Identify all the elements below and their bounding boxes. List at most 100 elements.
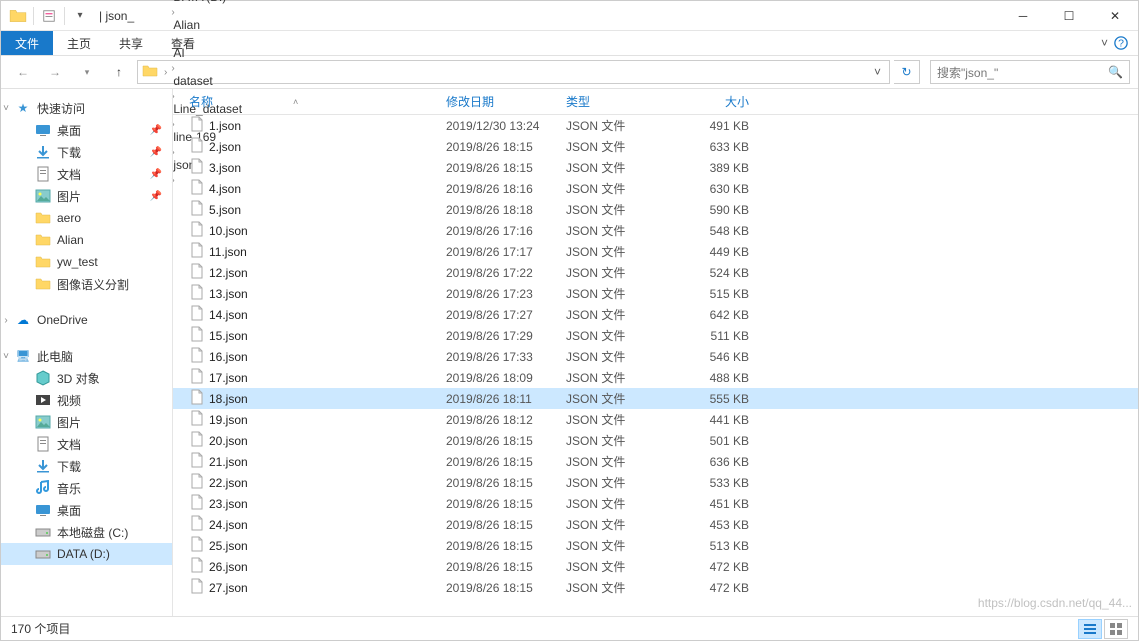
file-row[interactable]: 4.json 2019/8/26 18:16 JSON 文件 630 KB — [173, 178, 1138, 199]
file-date: 2019/8/26 17:27 — [440, 308, 560, 322]
file-size: 630 KB — [675, 182, 755, 196]
file-name: 22.json — [183, 473, 440, 492]
nav-back-button[interactable]: ← — [9, 59, 37, 85]
file-row[interactable]: 23.json 2019/8/26 18:15 JSON 文件 451 KB — [173, 493, 1138, 514]
view-large-icons-button[interactable] — [1104, 619, 1128, 639]
file-row[interactable]: 10.json 2019/8/26 17:16 JSON 文件 548 KB — [173, 220, 1138, 241]
file-row[interactable]: 19.json 2019/8/26 18:12 JSON 文件 441 KB — [173, 409, 1138, 430]
maximize-button[interactable]: ☐ — [1046, 1, 1092, 31]
file-row[interactable]: 14.json 2019/8/26 17:27 JSON 文件 642 KB — [173, 304, 1138, 325]
minimize-button[interactable]: ─ — [1000, 1, 1046, 31]
file-row[interactable]: 11.json 2019/8/26 17:17 JSON 文件 449 KB — [173, 241, 1138, 262]
file-size: 533 KB — [675, 476, 755, 490]
sidebar-item[interactable]: 下载📌 — [1, 141, 172, 163]
file-row[interactable]: 16.json 2019/8/26 17:33 JSON 文件 546 KB — [173, 346, 1138, 367]
sidebar-item[interactable]: 文档📌 — [1, 163, 172, 185]
folder-icon — [35, 210, 51, 226]
file-row[interactable]: 27.json 2019/8/26 18:15 JSON 文件 472 KB — [173, 577, 1138, 598]
chevron-right-icon[interactable]: › — [169, 7, 176, 18]
expand-icon[interactable]: › — [1, 315, 11, 326]
file-row[interactable]: 18.json 2019/8/26 18:11 JSON 文件 555 KB — [173, 388, 1138, 409]
sidebar-item[interactable]: 音乐 — [1, 477, 172, 499]
file-row[interactable]: 15.json 2019/8/26 17:29 JSON 文件 511 KB — [173, 325, 1138, 346]
file-row[interactable]: 25.json 2019/8/26 18:15 JSON 文件 513 KB — [173, 535, 1138, 556]
col-header-type[interactable]: 类型 — [560, 93, 675, 110]
file-date: 2019/8/26 18:15 — [440, 581, 560, 595]
tab-file[interactable]: 文件 — [1, 31, 53, 55]
col-header-date[interactable]: 修改日期 — [440, 93, 560, 110]
file-row[interactable]: 13.json 2019/8/26 17:23 JSON 文件 515 KB — [173, 283, 1138, 304]
file-type: JSON 文件 — [560, 285, 675, 302]
file-row[interactable]: 22.json 2019/8/26 18:15 JSON 文件 533 KB — [173, 472, 1138, 493]
file-name: 4.json — [183, 179, 440, 198]
3d-icon — [35, 370, 51, 386]
file-icon — [189, 179, 205, 198]
sidebar-item[interactable]: yw_test — [1, 251, 172, 273]
breadcrumb-segment[interactable]: Alian — [169, 18, 246, 32]
breadcrumb-segment[interactable]: dataset — [169, 74, 246, 88]
qat-properties[interactable] — [38, 5, 60, 27]
file-row[interactable]: 12.json 2019/8/26 17:22 JSON 文件 524 KB — [173, 262, 1138, 283]
nav-up-button[interactable]: ↑ — [105, 59, 133, 85]
file-name: 1.json — [183, 116, 440, 135]
navigation-pane[interactable]: ˅ ★ 快速访问 桌面📌下载📌文档📌图片📌aeroAlianyw_test图像语… — [1, 89, 173, 616]
tree-quick-access[interactable]: ˅ ★ 快速访问 — [1, 97, 172, 119]
nav-recent-dropdown[interactable]: ▾ — [73, 59, 101, 85]
file-row[interactable]: 24.json 2019/8/26 18:15 JSON 文件 453 KB — [173, 514, 1138, 535]
file-row[interactable]: 5.json 2019/8/26 18:18 JSON 文件 590 KB — [173, 199, 1138, 220]
sidebar-item[interactable]: 视频 — [1, 389, 172, 411]
file-row[interactable]: 2.json 2019/8/26 18:15 JSON 文件 633 KB — [173, 136, 1138, 157]
chevron-right-icon[interactable]: › — [169, 63, 176, 74]
file-type: JSON 文件 — [560, 516, 675, 533]
ribbon-collapse-button[interactable]: ˅ — [1095, 31, 1114, 55]
sidebar-item[interactable]: 图片📌 — [1, 185, 172, 207]
sidebar-item[interactable]: 下载 — [1, 455, 172, 477]
close-button[interactable]: ✕ — [1092, 1, 1138, 31]
sidebar-item[interactable]: 图片 — [1, 411, 172, 433]
sidebar-item[interactable]: 本地磁盘 (C:) — [1, 521, 172, 543]
chevron-right-icon[interactable]: › — [162, 67, 169, 78]
nav-forward-button[interactable]: → — [41, 59, 69, 85]
refresh-button[interactable]: ↻ — [894, 60, 920, 84]
expand-icon[interactable]: ˅ — [1, 351, 11, 362]
sidebar-item[interactable]: 桌面 — [1, 499, 172, 521]
file-name: 10.json — [183, 221, 440, 240]
address-bar[interactable]: › 此电脑›DATA (D:)›Alian›AI›dataset›Line_da… — [137, 60, 890, 84]
file-row[interactable]: 17.json 2019/8/26 18:09 JSON 文件 488 KB — [173, 367, 1138, 388]
file-row[interactable]: 20.json 2019/8/26 18:15 JSON 文件 501 KB — [173, 430, 1138, 451]
file-row[interactable]: 26.json 2019/8/26 18:15 JSON 文件 472 KB — [173, 556, 1138, 577]
search-input[interactable]: 搜索"json_" 🔍 — [930, 60, 1130, 84]
tree-onedrive[interactable]: › ☁ OneDrive — [1, 309, 172, 331]
tab-share[interactable]: 共享 — [105, 31, 157, 55]
sidebar-item[interactable]: 文档 — [1, 433, 172, 455]
chevron-right-icon[interactable]: › — [169, 35, 176, 46]
file-row[interactable]: 3.json 2019/8/26 18:15 JSON 文件 389 KB — [173, 157, 1138, 178]
file-date: 2019/8/26 18:16 — [440, 182, 560, 196]
sidebar-item[interactable]: 图像语义分割 — [1, 273, 172, 295]
address-dropdown[interactable]: ˅ — [868, 65, 887, 79]
sidebar-item[interactable]: aero — [1, 207, 172, 229]
file-row[interactable]: 1.json 2019/12/30 13:24 JSON 文件 491 KB — [173, 115, 1138, 136]
file-icon — [189, 368, 205, 387]
sidebar-item[interactable]: 3D 对象 — [1, 367, 172, 389]
breadcrumb-segment[interactable]: DATA (D:) — [169, 0, 246, 4]
sidebar-item[interactable]: DATA (D:) — [1, 543, 172, 565]
file-name: 24.json — [183, 515, 440, 534]
expand-icon[interactable]: ˅ — [1, 103, 11, 114]
qat-dropdown[interactable]: ▾ — [69, 5, 91, 27]
file-row[interactable]: 21.json 2019/8/26 18:15 JSON 文件 636 KB — [173, 451, 1138, 472]
file-list[interactable]: 1.json 2019/12/30 13:24 JSON 文件 491 KB 2… — [173, 115, 1138, 616]
col-header-size[interactable]: 大小 — [675, 93, 755, 110]
tab-home[interactable]: 主页 — [53, 31, 105, 55]
sidebar-item[interactable]: 桌面📌 — [1, 119, 172, 141]
star-icon: ★ — [15, 100, 31, 116]
help-button[interactable]: ? — [1114, 31, 1138, 55]
tree-thispc[interactable]: ˅ 🖥 此电脑 — [1, 345, 172, 367]
breadcrumb-segment[interactable]: AI — [169, 46, 246, 60]
file-type: JSON 文件 — [560, 432, 675, 449]
view-details-button[interactable] — [1078, 619, 1102, 639]
file-type: JSON 文件 — [560, 558, 675, 575]
music-icon — [35, 480, 51, 496]
sidebar-item[interactable]: Alian — [1, 229, 172, 251]
col-header-name[interactable]: 名称˄ — [183, 93, 440, 110]
